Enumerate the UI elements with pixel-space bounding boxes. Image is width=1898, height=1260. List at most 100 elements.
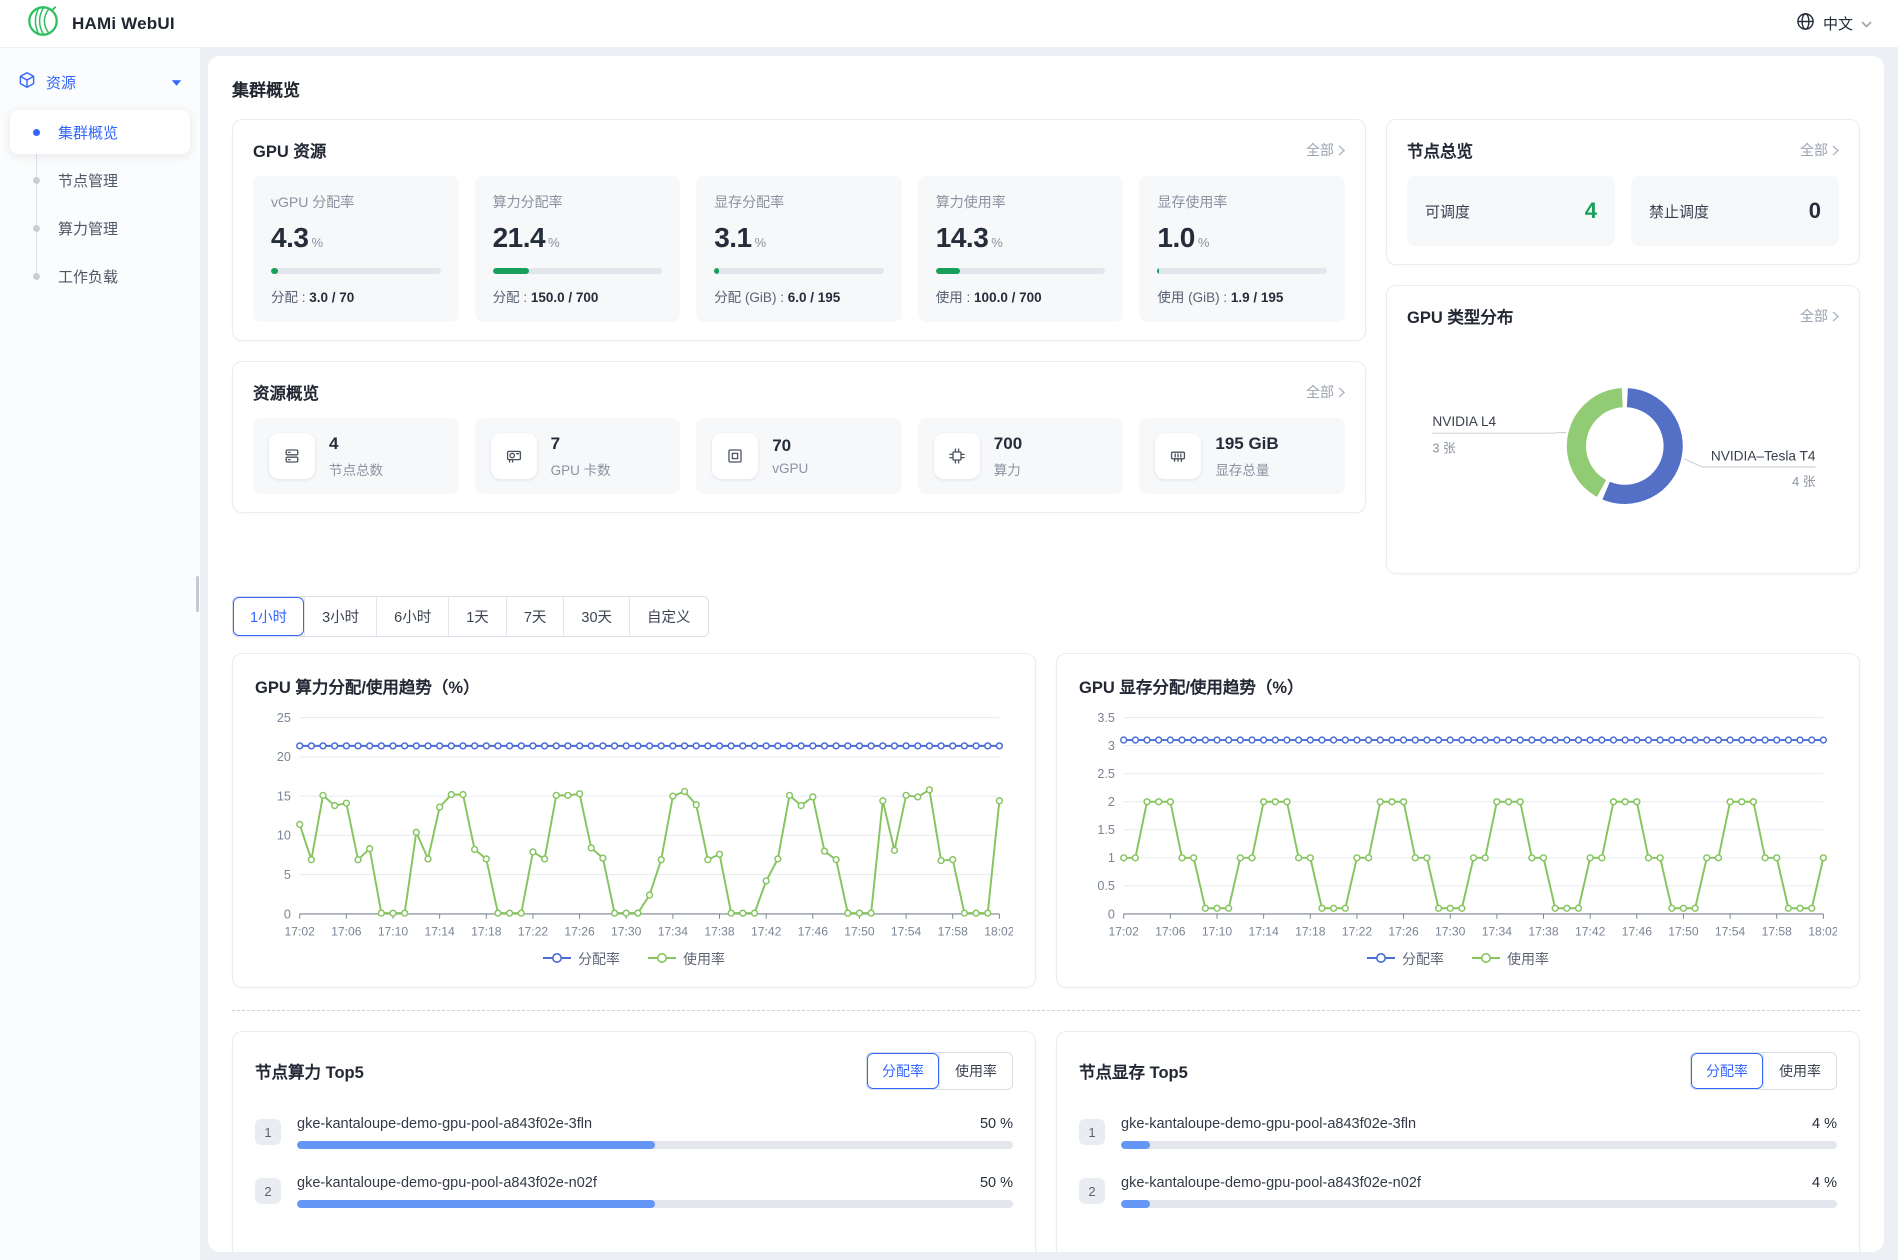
donut-slice — [1576, 398, 1622, 489]
sidebar-item[interactable]: 工作负载 — [10, 254, 190, 298]
x-tick-label: 17:14 — [1248, 924, 1279, 938]
compute-trend-legend: 分配率 使用率 — [255, 949, 1013, 975]
stat-progress-fill — [271, 268, 278, 274]
series-marker — [1482, 737, 1488, 743]
time-range-tab[interactable]: 1小时 — [233, 597, 304, 636]
series-marker — [542, 743, 548, 749]
sidebar-group-resources[interactable]: 资源 — [10, 62, 190, 102]
time-range-tab[interactable]: 7天 — [506, 597, 564, 636]
caret-down-icon[interactable] — [171, 74, 182, 91]
sidebar-resize-handle[interactable] — [196, 576, 199, 612]
series-marker — [763, 878, 769, 884]
donut-label-line — [1432, 432, 1566, 433]
chevron-right-icon — [1832, 311, 1839, 322]
series-marker — [868, 910, 874, 916]
series-marker — [1634, 799, 1640, 805]
rank-badge: 1 — [255, 1119, 281, 1145]
compute-trend-chart: 051015202517:0217:0617:1017:1417:1817:22… — [255, 704, 1013, 949]
series-marker — [1657, 855, 1663, 861]
chevron-right-icon — [1338, 145, 1345, 156]
series-marker — [927, 743, 933, 749]
stat-caption-label: 分配 : — [271, 290, 309, 305]
series-marker — [495, 910, 501, 916]
x-tick-label: 17:58 — [938, 924, 969, 938]
x-tick-label: 17:26 — [1388, 924, 1419, 938]
y-tick-label: 0 — [284, 907, 291, 921]
series-marker — [1144, 737, 1150, 743]
series-marker — [1167, 737, 1173, 743]
resource-stat-card: 195 GiB显存总量 — [1139, 418, 1345, 494]
series-marker — [798, 743, 804, 749]
top5-toggle-button[interactable]: 使用率 — [939, 1053, 1012, 1089]
series-marker — [1657, 737, 1663, 743]
legend-item[interactable]: 分配率 — [543, 949, 620, 969]
series-marker — [833, 857, 839, 863]
node-progress-fill — [297, 1141, 655, 1149]
all-link-label: 全部 — [1800, 140, 1828, 160]
stat-value: 3.1% — [714, 222, 884, 254]
series-marker — [1820, 855, 1826, 861]
node-overview-all-link[interactable]: 全部 — [1800, 140, 1839, 160]
series-marker — [682, 789, 688, 795]
series-marker — [903, 743, 909, 749]
time-range-tab[interactable]: 6小时 — [376, 597, 448, 636]
gpu-type-all-link[interactable]: 全部 — [1800, 306, 1839, 326]
stat-caption-label: 使用 (GiB) : — [1157, 290, 1231, 305]
series-marker — [1342, 737, 1348, 743]
top5-row-main: gke-kantaloupe-demo-gpu-pool-a843f02e-n0… — [297, 1175, 1013, 1208]
node-icon — [269, 433, 315, 479]
legend-item[interactable]: 使用率 — [1472, 949, 1549, 969]
resource-overview-all-link[interactable]: 全部 — [1306, 382, 1345, 402]
series-marker — [1366, 737, 1372, 743]
x-tick-label: 17:02 — [285, 924, 316, 938]
series-marker — [833, 743, 839, 749]
donut-slice-name: NVIDIA–Tesla T4 — [1711, 449, 1816, 464]
series-marker — [647, 892, 653, 898]
memory-trend-chart: 00.511.522.533.517:0217:0617:1017:1417:1… — [1079, 704, 1837, 949]
sidebar-item[interactable]: 节点管理 — [10, 158, 190, 202]
time-range-tab[interactable]: 30天 — [563, 597, 629, 636]
top5-toggle-button[interactable]: 使用率 — [1763, 1053, 1836, 1089]
sidebar-item[interactable]: 集群概览 — [10, 110, 190, 154]
series-marker — [1202, 737, 1208, 743]
node-progress-track — [297, 1141, 1013, 1149]
series-marker — [588, 845, 594, 851]
stat-caption-label: 分配 (GiB) : — [714, 290, 788, 305]
series-marker — [390, 910, 396, 916]
series-marker — [1692, 905, 1698, 911]
x-tick-label: 17:06 — [331, 924, 362, 938]
hami-logo-icon — [26, 4, 60, 43]
series-marker — [297, 743, 303, 749]
series-marker — [845, 743, 851, 749]
stat-caption: 使用 : 100.0 / 700 — [936, 286, 1106, 306]
series-marker — [1156, 737, 1162, 743]
stat-label: 算力分配率 — [493, 192, 663, 212]
series-marker — [507, 743, 513, 749]
gpu-resources-all-link[interactable]: 全部 — [1306, 140, 1345, 160]
x-tick-label: 18:02 — [1808, 924, 1837, 938]
legend-item[interactable]: 分配率 — [1367, 949, 1444, 969]
series-marker — [961, 743, 967, 749]
sidebar-item[interactable]: 算力管理 — [10, 206, 190, 250]
series-marker — [682, 743, 688, 749]
top5-row: 2gke-kantaloupe-demo-gpu-pool-a843f02e-n… — [255, 1175, 1013, 1208]
stat-caption: 使用 (GiB) : 1.9 / 195 — [1157, 286, 1327, 306]
series-marker — [1401, 737, 1407, 743]
series-marker — [658, 743, 664, 749]
language-selector[interactable]: 中文 — [1796, 12, 1872, 35]
series-marker — [367, 743, 373, 749]
stat-caption: 分配 : 3.0 / 70 — [271, 286, 441, 306]
time-range-tab[interactable]: 自定义 — [629, 597, 708, 636]
legend-item[interactable]: 使用率 — [648, 949, 725, 969]
top5-compute-card: 节点算力 Top5 分配率使用率 1gke-kantaloupe-demo-gp… — [232, 1031, 1036, 1252]
time-range-tab[interactable]: 1天 — [448, 597, 506, 636]
top5-toggle-button[interactable]: 分配率 — [867, 1053, 939, 1089]
series-marker — [565, 792, 571, 798]
stat-progress-track — [1157, 268, 1327, 274]
all-link-label: 全部 — [1306, 382, 1334, 402]
stat-unit: % — [991, 235, 1002, 250]
top5-toggle-button[interactable]: 分配率 — [1691, 1053, 1763, 1089]
stat-progress-track — [493, 268, 663, 274]
time-range-tab[interactable]: 3小时 — [304, 597, 376, 636]
x-tick-label: 17:10 — [378, 924, 409, 938]
